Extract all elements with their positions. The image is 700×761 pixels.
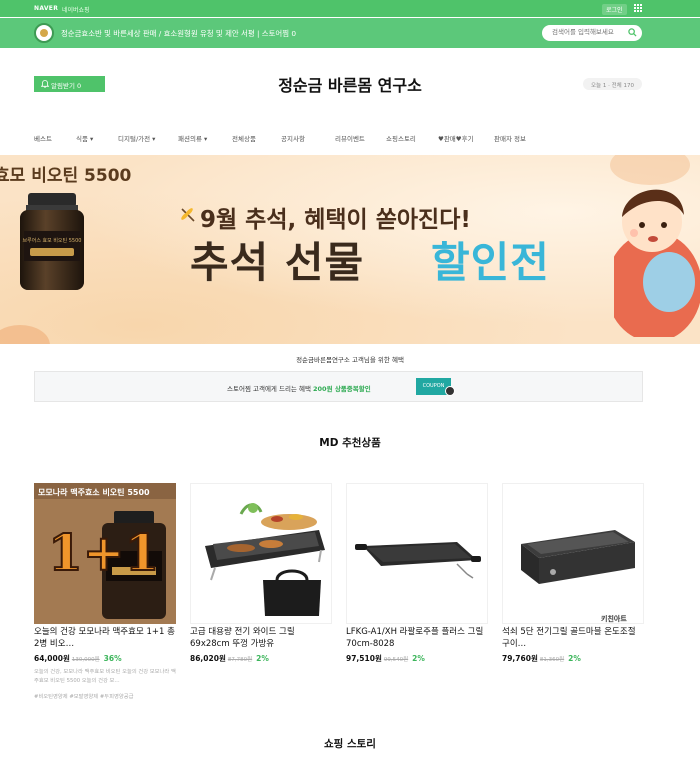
dragonfly-icon: [181, 208, 195, 222]
promo-badge: 1+1: [47, 522, 160, 583]
nav-item-food[interactable]: 식품 ▾: [76, 133, 93, 143]
product-card[interactable]: LFKG-A1/XH 라팔로주플 플러스 그릴70cm-8028 97,510원…: [346, 483, 488, 665]
product-price: 86,020원: [190, 654, 226, 663]
product-original-price: 87,780원: [227, 657, 253, 663]
product-discount: 36%: [103, 654, 122, 663]
login-button[interactable]: 로그인: [602, 4, 627, 15]
product-tags[interactable]: #비오틴영양제 #모발영양제 #두피영양공급: [34, 692, 176, 700]
product-price: 79,760원: [502, 654, 538, 663]
coupon-banner: 스토어찜 고객에게 드리는 혜택 200원 상품중복할인 COUPON: [34, 371, 643, 402]
product-card[interactable]: 키친아트 석쇠 5단 전기그릴 골드마블 온도조절 구이… 79,760원 81,…: [502, 483, 644, 665]
grid-menu-icon[interactable]: [634, 4, 642, 12]
product-price-row: 79,760원 81,360원 2%: [502, 653, 644, 665]
product-image[interactable]: 모모나라 맥주효소 비오틴 5500 1+1: [34, 483, 176, 624]
md-section-title: MD 추천상품: [319, 437, 381, 449]
product-name[interactable]: 석쇠 5단 전기그릴 골드마블 온도조절 구이…: [502, 626, 644, 650]
product-name[interactable]: LFKG-A1/XH 라팔로주플 플러스 그릴70cm-8028: [346, 626, 488, 650]
product-price-row: 64,000원 130,000원 36%: [34, 653, 176, 665]
nav-item-digital[interactable]: 디지털/가전 ▾: [118, 133, 155, 143]
griddle-image: [355, 542, 481, 579]
grill-image: [205, 503, 325, 616]
product-original-price: 81,360원: [539, 657, 565, 663]
product-price-row: 86,020원 87,780원 2%: [190, 653, 332, 665]
product-thumb-title: 모모나라 맥주효소 비오틴 5500: [38, 488, 150, 497]
shopping-story-title: 쇼핑 스토리: [324, 738, 376, 750]
search-icon[interactable]: [628, 28, 637, 37]
supplement-jar-image: 브루어스 효모 비오틴 5500: [20, 193, 84, 290]
store-search[interactable]: [542, 25, 642, 41]
hanbok-character-illustration: [614, 189, 700, 337]
store-logo[interactable]: [34, 23, 54, 43]
benefit-intro-text: 정순금바른몸연구소 고객님을 위한 혜택: [296, 356, 404, 364]
brand-watermark: 키친아트: [601, 615, 627, 623]
product-image[interactable]: [190, 483, 332, 624]
banner-big-text-accent: 할인전: [431, 238, 550, 287]
naver-logo[interactable]: NAVER: [34, 5, 58, 12]
electric-grill-image: [521, 530, 635, 584]
product-original-price: 130,000원: [71, 657, 100, 663]
coupon-text-main: 스토어찜 고객에게 드리는 혜택: [227, 385, 314, 393]
store-description: 정순금효소반 및 바른세상 판매 / 효소원형원 유청 및 제안 서평 | 스토…: [61, 29, 297, 38]
product-price-row: 97,510원 99,540원 2%: [346, 653, 488, 665]
product-discount: 2%: [568, 654, 581, 663]
product-price: 97,510원: [346, 654, 382, 663]
naver-shopping-link[interactable]: 네이버쇼핑: [62, 5, 90, 14]
product-original-price: 99,540원: [383, 657, 409, 663]
nav-item-reviews[interactable]: ♥판매♥후기: [438, 133, 474, 143]
nav-item-best[interactable]: 베스트: [34, 133, 52, 143]
product-name[interactable]: 오늘의 건강 모모나라 맥주효모 1+1 총2병 비오…: [34, 626, 176, 650]
product-name[interactable]: 고급 대용량 전기 와이드 그릴 69x28cm 뚜껑 가방유: [190, 626, 332, 650]
product-card[interactable]: 모모나라 맥주효소 비오틴 5500 1+1 오늘의 건강 모모나라 맥주효모 …: [34, 483, 176, 700]
product-summary: 오늘의 건강, 모모나라 맥주효모 비오틴 오늘의 건강 모모나라 맥주효모 비…: [34, 669, 176, 684]
coupon-text: 스토어찜 고객에게 드리는 혜택 200원 상품중복할인: [227, 383, 371, 393]
product-card[interactable]: 고급 대용량 전기 와이드 그릴 69x28cm 뚜껑 가방유 86,020원 8…: [190, 483, 332, 665]
search-input[interactable]: [552, 28, 626, 36]
product-image[interactable]: [346, 483, 488, 624]
coupon-download-icon[interactable]: [445, 386, 455, 396]
product-discount: 2%: [256, 654, 269, 663]
top-strip: NAVER 네이버쇼핑 로그인: [0, 0, 700, 17]
promo-banner[interactable]: 효모 비오틴 5500 브루어스 효모 비오틴 5500 9월 추석, 혜택이 …: [0, 155, 700, 344]
nav-item-shopping-story[interactable]: 쇼핑스토리: [386, 133, 416, 143]
store-info-bar: 정순금효소반 및 바른세상 판매 / 효소원형원 유청 및 제안 서평 | 스토…: [0, 18, 700, 48]
category-nav: 베스트 식품 ▾ 디지털/가전 ▾ 패션의류 ▾ 전체상품 공지사항 리뷰이벤트…: [34, 133, 654, 145]
product-image[interactable]: 키친아트: [502, 483, 644, 624]
product-discount: 2%: [412, 654, 425, 663]
coupon-highlight: 200원 상품중복할인: [313, 385, 371, 393]
jar-label: 브루어스 효모 비오틴 5500: [23, 237, 82, 244]
visitor-count: 오늘 1 · 전체 170: [583, 78, 642, 90]
nav-item-fashion[interactable]: 패션의류 ▾: [178, 133, 207, 143]
nav-item-review-event[interactable]: 리뷰이벤트: [335, 133, 365, 143]
nav-item-seller-info[interactable]: 판매자 정보: [494, 133, 526, 143]
banner-big-text: 추석 선물: [190, 238, 365, 287]
nav-item-all-products[interactable]: 전체상품: [232, 133, 256, 143]
banner-product-name: 효모 비오틴 5500: [0, 166, 132, 186]
nav-item-notice[interactable]: 공지사항: [281, 133, 305, 143]
product-price: 64,000원: [34, 654, 70, 663]
